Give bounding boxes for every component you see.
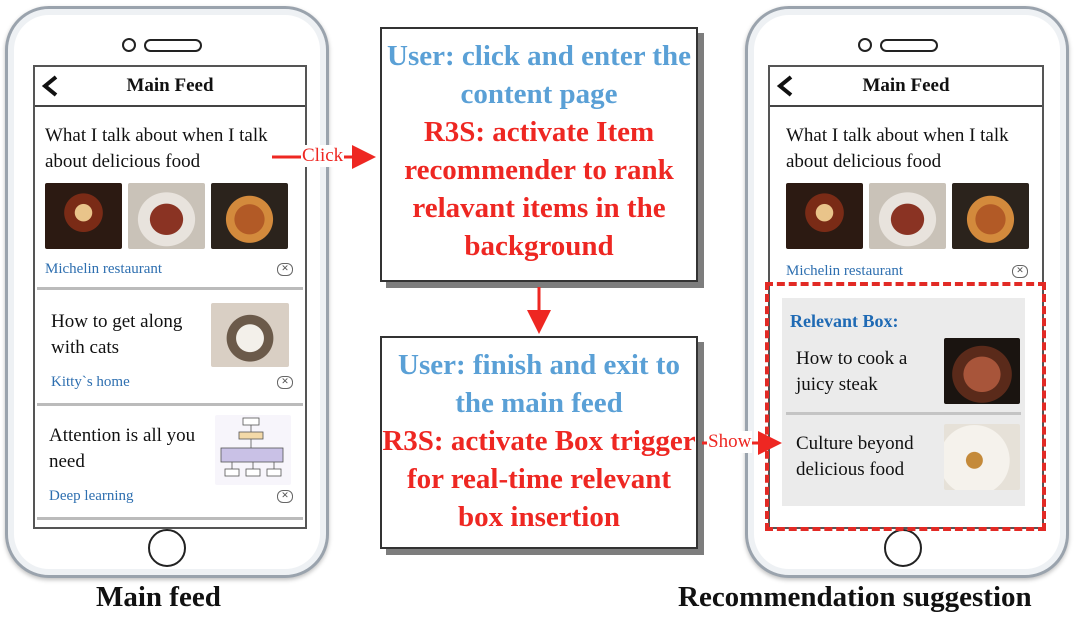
post-title[interactable]: What I talk about when I talk about deli… [45,123,275,175]
cat-thumbnail[interactable] [211,303,289,367]
close-icon[interactable]: ✕ [277,490,293,503]
home-button[interactable] [884,529,922,567]
page-title: Main Feed [126,75,214,96]
page-title: Main Feed [862,75,950,96]
divider [37,403,303,406]
camera-icon [858,38,872,52]
left-phone: Main Feed What I talk about when I talk … [5,6,329,578]
card-title[interactable]: How to get along with cats [51,309,211,361]
left-caption: Main feed [96,581,221,613]
topbar: Main Feed [770,67,1042,107]
post-photos[interactable] [786,183,1029,249]
post-link[interactable]: Michelin restaurant [45,261,162,278]
topbar: Main Feed [35,67,305,107]
right-caption: Recommendation suggestion [678,581,1032,613]
close-icon[interactable]: ✕ [277,263,293,276]
step-box-exit: User: finish and exit to the main feed R… [380,336,698,549]
divider [37,287,303,290]
diagram-thumbnail[interactable] [215,415,291,485]
system-action-text: R3S: activate Item recommender to rank r… [404,116,674,262]
system-action-text: R3S: activate Box trigger for real-time … [382,425,696,533]
card-link[interactable]: Deep learning [49,488,134,505]
speaker-icon [144,39,202,52]
steak-thumbnail[interactable] [944,338,1020,404]
post-photos[interactable] [45,183,288,249]
pizza-photo[interactable] [211,183,288,249]
close-icon[interactable]: ✕ [1012,265,1028,278]
post-title[interactable]: What I talk about when I talk about deli… [786,123,1016,175]
speaker-icon [880,39,938,52]
pizza-photo[interactable] [952,183,1029,249]
steak-photo[interactable] [869,183,946,249]
show-label: Show [707,431,753,453]
steak-photo[interactable] [128,183,205,249]
relevant-box-title: Relevant Box: [790,311,899,331]
relevant-box: Relevant Box: How to cook a juicy steak … [782,298,1025,506]
camera-icon [122,38,136,52]
divider [786,412,1021,415]
left-screen: Main Feed What I talk about when I talk … [33,65,307,529]
user-action-text: User: finish and exit to the main feed [398,349,680,419]
dish-thumbnail[interactable] [944,424,1020,490]
post-link[interactable]: Michelin restaurant [786,263,903,280]
click-label: Click [301,145,345,167]
divider [37,517,303,520]
ramen-photo[interactable] [45,183,122,249]
relevant-item-title[interactable]: Culture beyond delicious food [796,431,936,483]
card-title[interactable]: Attention is all you need [49,423,199,475]
relevant-item-title[interactable]: How to cook a juicy steak [796,346,936,398]
step-box-enter: User: click and enter the content page R… [380,27,698,282]
home-button[interactable] [148,529,186,567]
user-action-text: User: click and enter the content page [387,40,691,110]
card-link[interactable]: Kitty`s home [51,374,130,391]
ramen-photo[interactable] [786,183,863,249]
close-icon[interactable]: ✕ [277,376,293,389]
